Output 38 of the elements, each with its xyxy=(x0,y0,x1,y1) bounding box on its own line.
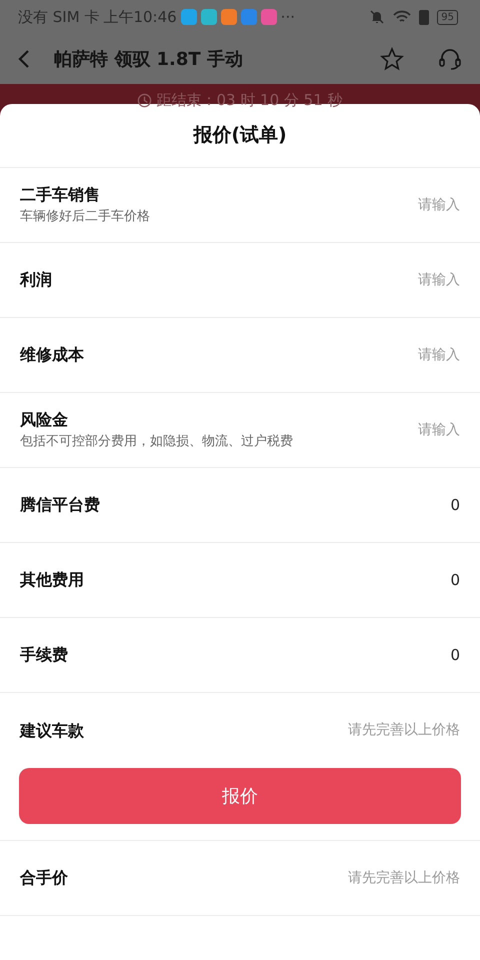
app-icon xyxy=(180,9,197,25)
page-title: 帕萨特 领驭 1.8T 手动 xyxy=(54,48,243,72)
field-label: 维修成本 xyxy=(20,344,84,366)
input-field[interactable]: 请输入 xyxy=(310,194,460,216)
field-label: 其他费用 xyxy=(20,569,84,591)
field-hint: 包括不可控部分费用，如隐损、物流、过户税费 xyxy=(20,433,293,452)
back-icon[interactable] xyxy=(18,49,30,69)
more-text: ··· xyxy=(280,6,295,28)
input-field[interactable]: 请先完善以上价格 xyxy=(310,720,460,741)
field-hint: 车辆修好后二手车价格 xyxy=(20,208,150,226)
field-value: 0 xyxy=(450,570,460,591)
app-icon xyxy=(220,9,237,25)
quote-button[interactable]: 报价 xyxy=(19,768,461,824)
time-text: 上午10:46 xyxy=(103,6,177,28)
star-icon[interactable] xyxy=(380,47,404,71)
field-label: 利润 xyxy=(20,269,52,291)
field-label: 合手价 xyxy=(20,867,68,889)
field-label: 二手车销售 xyxy=(20,184,101,206)
bell-muted-icon xyxy=(369,9,386,25)
app-icon xyxy=(200,9,217,25)
input-field[interactable]: 请输入 xyxy=(310,344,460,366)
field-label: 手续费 xyxy=(20,644,68,666)
field-label: 风险金 xyxy=(20,409,69,432)
input-field[interactable]: 请输入 xyxy=(310,270,460,290)
carrier-text: 没有 SIM 卡 xyxy=(18,6,100,28)
field-value: 0 xyxy=(450,494,460,516)
field-value: 0 xyxy=(450,644,460,666)
field-label: 腾信平台费 xyxy=(20,494,100,516)
input-field[interactable]: 请先完善以上价格 xyxy=(310,868,460,888)
app-icon xyxy=(240,9,257,25)
clock-icon xyxy=(137,92,152,108)
input-field[interactable]: 请输入 xyxy=(310,420,460,440)
headset-icon[interactable] xyxy=(438,47,462,71)
app-icon xyxy=(260,9,277,25)
field-label: 建议车款 xyxy=(20,720,84,742)
battery-icon: 95 xyxy=(437,10,458,24)
wifi-icon xyxy=(393,10,412,24)
sim-icon xyxy=(419,10,430,24)
